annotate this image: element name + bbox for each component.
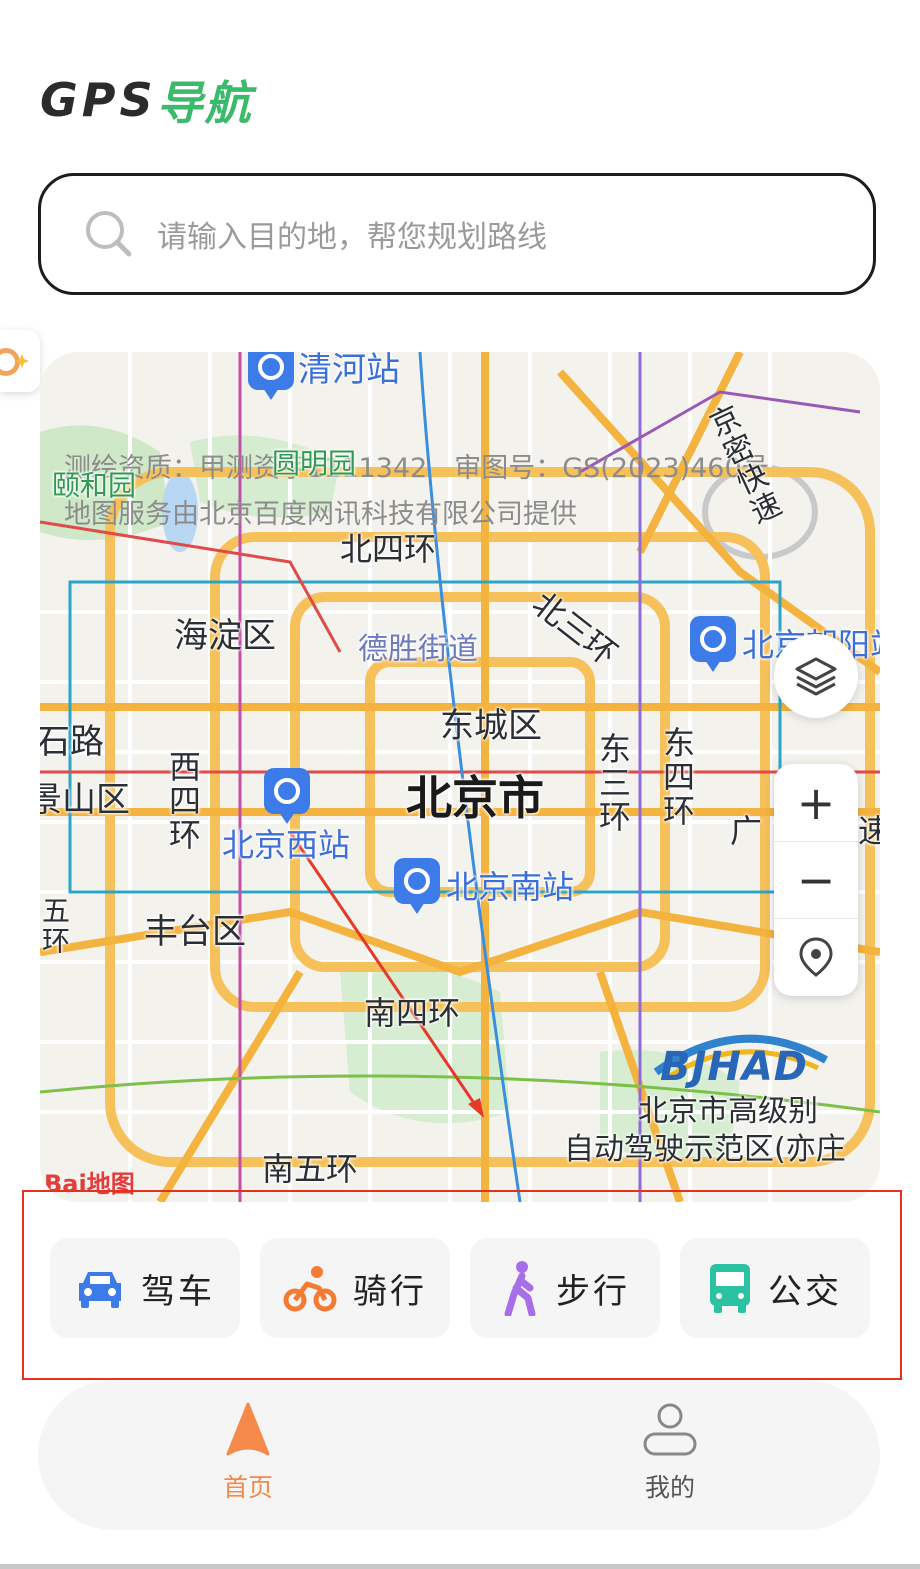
bjhad-logo: BJHAD bbox=[650, 1022, 830, 1092]
mode-walk-label: 步行 bbox=[556, 1271, 630, 1312]
zoom-out-label: − bbox=[796, 853, 836, 907]
map-label-beijing-city: 北京市 bbox=[406, 771, 544, 825]
location-pin-icon bbox=[799, 937, 833, 977]
train-station-icon bbox=[274, 778, 300, 804]
walk-icon bbox=[504, 1261, 536, 1316]
tab-home-label: 首页 bbox=[222, 1473, 273, 1502]
search-bar[interactable]: 请输入目的地，帮您规划路线 bbox=[38, 173, 876, 295]
map-label-guang: 广 bbox=[730, 812, 763, 850]
map-label-east-3rd-ring: 东三环 bbox=[594, 732, 632, 834]
travel-mode-panel: 驾车 骑行 步行 公交 bbox=[22, 1190, 902, 1380]
map-label-south-4th-ring: 南四环 bbox=[364, 994, 461, 1032]
beijing-south-station-pin[interactable] bbox=[394, 858, 440, 914]
map-label-north-4th-ring: 北四环 bbox=[340, 530, 437, 568]
bjhad-logo-text: BJHAD bbox=[660, 1044, 809, 1090]
map-label-beijing-south-station: 北京南站 bbox=[446, 868, 575, 906]
map-label-shijingshan: 景山区 bbox=[40, 780, 130, 820]
train-station-icon bbox=[404, 868, 430, 894]
tab-mine[interactable]: 我的 bbox=[590, 1402, 750, 1512]
qinghe-station-pin[interactable] bbox=[248, 352, 294, 400]
map-label-wu-ring: 五环 bbox=[40, 896, 71, 956]
logo-latin: GPS bbox=[40, 73, 157, 127]
map-credit-2: 地图服务由北京百度网讯科技有限公司提供 bbox=[64, 499, 577, 530]
train-station-icon bbox=[258, 354, 284, 380]
map-zoom-controls: + − bbox=[774, 764, 858, 996]
map-label-qinghe-station: 清河站 bbox=[298, 352, 400, 390]
tab-mine-label: 我的 bbox=[644, 1473, 695, 1502]
map-layers-button[interactable] bbox=[774, 634, 858, 718]
bicycle-icon bbox=[283, 1266, 337, 1312]
beijing-west-station-pin[interactable] bbox=[264, 768, 310, 824]
zoom-in-button[interactable]: + bbox=[774, 765, 858, 842]
user-icon bbox=[643, 1403, 697, 1456]
zoom-out-button[interactable]: − bbox=[774, 842, 858, 919]
map-label-south-5th-ring: 南五环 bbox=[262, 1150, 359, 1188]
map-credit-1: 测绘资质：甲测资字1111342 审图号：GS(2023)460号 bbox=[64, 453, 769, 484]
map-label-yiheyuan: 颐和园 bbox=[52, 469, 137, 502]
mode-drive-label: 驾车 bbox=[141, 1271, 215, 1312]
map-label-bjhad-line2: 自动驾驶示范区(亦庄 bbox=[564, 1132, 846, 1167]
zoom-in-label: + bbox=[796, 776, 836, 830]
mode-walk-button[interactable]: 步行 bbox=[470, 1238, 660, 1338]
mode-bus-button[interactable]: 公交 bbox=[680, 1238, 870, 1338]
beijing-chaoyang-station-pin[interactable] bbox=[690, 616, 736, 672]
map-view[interactable]: 清河站 测绘资质：甲测资字1111342 审图号：GS(2023)460号 地图… bbox=[40, 352, 880, 1202]
map-label-haidian: 海淀区 bbox=[174, 616, 276, 656]
map-label-east-4th-ring: 东四环 bbox=[658, 726, 696, 828]
locate-button[interactable] bbox=[774, 919, 858, 995]
mode-bus-label: 公交 bbox=[768, 1271, 842, 1312]
map-label-yuanmingyuan: 圆明园 bbox=[272, 447, 357, 480]
search-icon bbox=[86, 211, 132, 257]
floating-assistant-button[interactable] bbox=[0, 330, 40, 392]
bottom-tab-bar: 首页 我的 bbox=[38, 1380, 880, 1530]
map-label-fengtai: 丰台区 bbox=[144, 912, 246, 952]
map-label-deshengjie: 德胜街道 bbox=[358, 632, 478, 667]
assistant-icon bbox=[0, 348, 29, 376]
mode-drive-button[interactable]: 驾车 bbox=[50, 1238, 240, 1338]
navigation-arrow-icon bbox=[226, 1402, 270, 1456]
layers-icon bbox=[795, 657, 837, 696]
train-station-icon bbox=[700, 626, 726, 652]
logo-cn: 导航 bbox=[156, 76, 253, 130]
mode-bike-button[interactable]: 骑行 bbox=[260, 1238, 450, 1338]
app-logo: GPS 导航 bbox=[40, 70, 253, 130]
map-label-dongcheng: 东城区 bbox=[440, 706, 542, 746]
map-label-beijing-west-station: 北京西站 bbox=[222, 826, 351, 864]
map-label-su: 速 bbox=[858, 812, 880, 850]
map-label-west-4th-ring: 西四环 bbox=[164, 750, 202, 852]
map-label-shi-road: 石路 bbox=[40, 722, 104, 762]
search-placeholder: 请输入目的地，帮您规划路线 bbox=[157, 220, 547, 255]
mode-bike-label: 骑行 bbox=[353, 1271, 427, 1312]
car-icon bbox=[79, 1272, 121, 1308]
system-bottom-strip bbox=[0, 1564, 920, 1569]
tab-home[interactable]: 首页 bbox=[168, 1402, 328, 1512]
bus-icon bbox=[710, 1264, 750, 1313]
